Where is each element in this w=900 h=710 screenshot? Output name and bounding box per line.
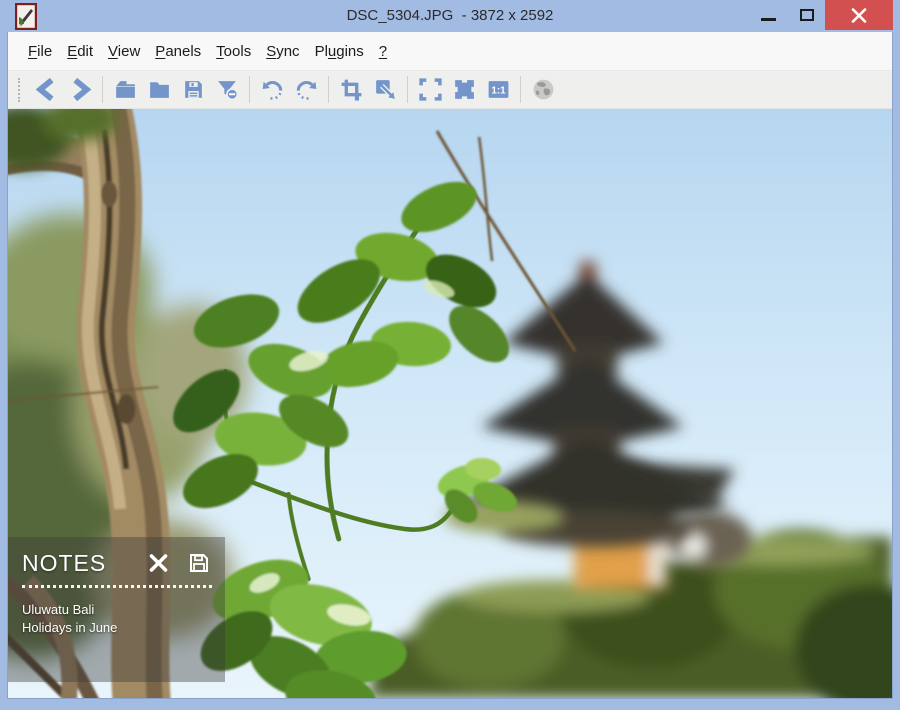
svg-text:1:1: 1:1 bbox=[491, 86, 506, 97]
notes-line: Holidays in June bbox=[22, 619, 211, 637]
previous-icon bbox=[34, 77, 59, 102]
save-button[interactable] bbox=[176, 75, 210, 105]
resize-button[interactable] bbox=[368, 75, 402, 105]
maximize-button[interactable] bbox=[788, 0, 825, 30]
resize-icon bbox=[373, 77, 398, 102]
previous-button[interactable] bbox=[29, 75, 63, 105]
notes-header: NOTES bbox=[22, 550, 211, 576]
minimize-button[interactable] bbox=[748, 0, 788, 30]
globe-button bbox=[526, 75, 560, 105]
fit-window-icon bbox=[418, 77, 443, 102]
folder-button[interactable] bbox=[142, 75, 176, 105]
toolbar-separator bbox=[328, 76, 329, 103]
toolbar-separator bbox=[520, 76, 521, 103]
close-icon bbox=[851, 8, 867, 23]
menu-item-panels[interactable]: Panels bbox=[155, 43, 201, 60]
menu-item-help[interactable]: ? bbox=[379, 43, 387, 60]
app-window: DSC_5304.JPG - 3872 x 2592 File Edit View P… bbox=[0, 0, 900, 710]
menubar: File Edit View Panels Tools Sync Plugins? bbox=[8, 32, 892, 71]
close-icon bbox=[148, 553, 169, 573]
maximize-icon bbox=[800, 9, 814, 21]
client-area: File Edit View Panels Tools Sync Plugins? bbox=[7, 32, 893, 699]
next-button[interactable] bbox=[63, 75, 97, 105]
filter-icon bbox=[215, 77, 240, 102]
notes-close-button[interactable] bbox=[148, 553, 169, 573]
menu-item-tools[interactable]: Tools bbox=[216, 43, 251, 60]
crop-icon bbox=[339, 77, 364, 102]
next-icon bbox=[68, 77, 93, 102]
notes-divider bbox=[22, 585, 212, 588]
menu-item-edit[interactable]: Edit bbox=[67, 43, 93, 60]
rotate-ccw-icon bbox=[260, 77, 285, 102]
notes-actions bbox=[148, 553, 211, 573]
filter-button[interactable] bbox=[210, 75, 244, 105]
save-icon bbox=[181, 77, 206, 102]
one-to-one-icon: 1:1 bbox=[486, 77, 511, 102]
crop-button[interactable] bbox=[334, 75, 368, 105]
notes-text[interactable]: Uluwatu Bali Holidays in June bbox=[22, 601, 211, 637]
window-controls bbox=[748, 0, 893, 30]
menu-item-view[interactable]: View bbox=[108, 43, 140, 60]
fit-window-button[interactable] bbox=[413, 75, 447, 105]
toolbar: 1:1 bbox=[8, 71, 892, 109]
titlebar[interactable]: DSC_5304.JPG - 3872 x 2592 bbox=[0, 0, 900, 32]
image-canvas[interactable]: NOTES bbox=[8, 109, 892, 698]
menu-item-file[interactable]: File bbox=[28, 43, 52, 60]
toolbar-grip[interactable] bbox=[18, 78, 20, 102]
folder-icon bbox=[147, 77, 172, 102]
notes-line: Uluwatu Bali bbox=[22, 601, 211, 619]
minimize-icon bbox=[761, 18, 776, 21]
close-button[interactable] bbox=[825, 0, 893, 30]
toolbar-separator bbox=[102, 76, 103, 103]
notes-save-button[interactable] bbox=[189, 553, 209, 573]
one-to-one-button[interactable]: 1:1 bbox=[481, 75, 515, 105]
globe-icon bbox=[531, 77, 556, 102]
notes-panel[interactable]: NOTES bbox=[8, 537, 225, 682]
rotate-ccw-button[interactable] bbox=[255, 75, 289, 105]
menu-item-plugins[interactable]: Plugins bbox=[315, 43, 364, 60]
open-folder-button[interactable] bbox=[108, 75, 142, 105]
open-folder-icon bbox=[113, 77, 138, 102]
toolbar-separator bbox=[407, 76, 408, 103]
rotate-cw-button[interactable] bbox=[289, 75, 323, 105]
rotate-cw-icon bbox=[294, 77, 319, 102]
fill-frame-icon bbox=[452, 77, 477, 102]
toolbar-separator bbox=[249, 76, 250, 103]
menu-item-sync[interactable]: Sync bbox=[266, 43, 299, 60]
save-icon bbox=[189, 553, 209, 573]
notes-title: NOTES bbox=[22, 550, 106, 576]
fill-frame-button[interactable] bbox=[447, 75, 481, 105]
